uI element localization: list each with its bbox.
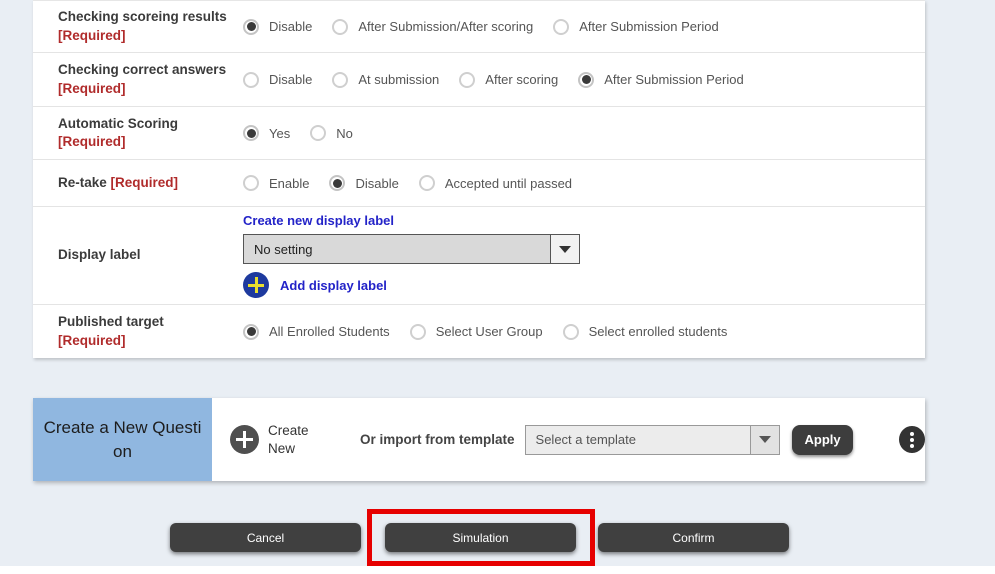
radio-icon[interactable]: [310, 125, 326, 141]
radio-icon[interactable]: [563, 324, 579, 340]
radio-option-after-submission-period[interactable]: After Submission Period: [553, 19, 718, 35]
row-retake: Re-take [Required] Enable Disable Accept…: [33, 160, 925, 207]
radio-option-select-user-group[interactable]: Select User Group: [410, 324, 543, 340]
radio-icon[interactable]: [419, 175, 435, 191]
radio-option-yes[interactable]: Yes: [243, 125, 290, 141]
create-new-button[interactable]: Create New: [230, 422, 320, 457]
radio-option-disable[interactable]: Disable: [329, 175, 398, 191]
radio-option-after-submission-period[interactable]: After Submission Period: [578, 72, 743, 88]
create-question-section: Create a New Question Create New Or impo…: [33, 398, 925, 481]
field-label: Checking scoreing results: [58, 9, 227, 24]
row-checking-scoring-results: Checking scoreing results [Required] Dis…: [33, 1, 925, 53]
row-checking-correct-answers: Checking correct answers [Required] Disa…: [33, 53, 925, 107]
radio-icon[interactable]: [332, 19, 348, 35]
radio-icon[interactable]: [410, 324, 426, 340]
kebab-menu-icon[interactable]: [899, 426, 925, 453]
field-label: Automatic Scoring: [58, 116, 178, 131]
display-label-select[interactable]: No setting: [243, 234, 580, 264]
select-value: No setting: [244, 235, 550, 263]
radio-icon[interactable]: [578, 72, 594, 88]
row-label: Checking scoreing results [Required]: [33, 0, 243, 55]
required-badge: [Required]: [58, 333, 126, 348]
row-label: Published target [Required]: [33, 303, 243, 359]
add-display-label-text: Add display label: [280, 278, 387, 293]
row-label: Checking correct answers [Required]: [33, 51, 243, 107]
radio-icon[interactable]: [243, 175, 259, 191]
required-badge: [Required]: [58, 134, 126, 149]
section-title: Create a New Question: [33, 398, 212, 481]
radio-option-enable[interactable]: Enable: [243, 175, 309, 191]
import-from-template-label: Or import from template: [360, 432, 515, 447]
select-value: Select a template: [526, 426, 750, 454]
radio-icon[interactable]: [329, 175, 345, 191]
radio-icon[interactable]: [243, 125, 259, 141]
template-select[interactable]: Select a template: [525, 425, 780, 455]
radio-option-all-enrolled-students[interactable]: All Enrolled Students: [243, 324, 390, 340]
required-badge: [Required]: [111, 175, 179, 190]
exam-settings-panel: Checking scoreing results [Required] Dis…: [33, 0, 925, 358]
cancel-button[interactable]: Cancel: [170, 523, 361, 552]
create-new-display-label-link[interactable]: Create new display label: [243, 213, 394, 228]
radio-icon[interactable]: [243, 72, 259, 88]
radio-icon[interactable]: [332, 72, 348, 88]
field-label: Checking correct answers: [58, 62, 226, 77]
row-label: Automatic Scoring [Required]: [33, 105, 243, 161]
row-published-target: Published target [Required] All Enrolled…: [33, 305, 925, 358]
field-label: Display label: [58, 247, 141, 262]
chevron-down-icon[interactable]: [750, 426, 779, 454]
add-display-label-button[interactable]: Add display label: [243, 272, 387, 298]
confirm-button[interactable]: Confirm: [598, 523, 789, 552]
chevron-down-icon[interactable]: [550, 235, 579, 263]
radio-icon[interactable]: [243, 324, 259, 340]
plus-icon[interactable]: [243, 272, 269, 298]
field-label: Re-take: [58, 175, 107, 190]
row-label: Display label: [33, 236, 243, 274]
radio-option-after-submission-after-scoring[interactable]: After Submission/After scoring: [332, 19, 533, 35]
radio-icon[interactable]: [243, 19, 259, 35]
radio-option-select-enrolled-students[interactable]: Select enrolled students: [563, 324, 728, 340]
apply-button[interactable]: Apply: [792, 425, 853, 455]
radio-option-after-scoring[interactable]: After scoring: [459, 72, 558, 88]
field-label: Published target: [58, 314, 164, 329]
simulation-button[interactable]: Simulation: [385, 523, 576, 552]
radio-option-accepted-until-passed[interactable]: Accepted until passed: [419, 175, 572, 191]
radio-option-disable[interactable]: Disable: [243, 19, 312, 35]
row-automatic-scoring: Automatic Scoring [Required] Yes No: [33, 107, 925, 160]
radio-icon[interactable]: [553, 19, 569, 35]
required-badge: [Required]: [58, 81, 126, 96]
row-label: Re-take [Required]: [33, 164, 243, 202]
plus-icon[interactable]: [230, 425, 259, 454]
required-badge: [Required]: [58, 28, 126, 43]
radio-option-at-submission[interactable]: At submission: [332, 72, 439, 88]
radio-option-no[interactable]: No: [310, 125, 353, 141]
row-display-label: Display label Create new display label N…: [33, 207, 925, 305]
radio-option-disable[interactable]: Disable: [243, 72, 312, 88]
radio-icon[interactable]: [459, 72, 475, 88]
create-new-label: Create New: [268, 422, 320, 457]
